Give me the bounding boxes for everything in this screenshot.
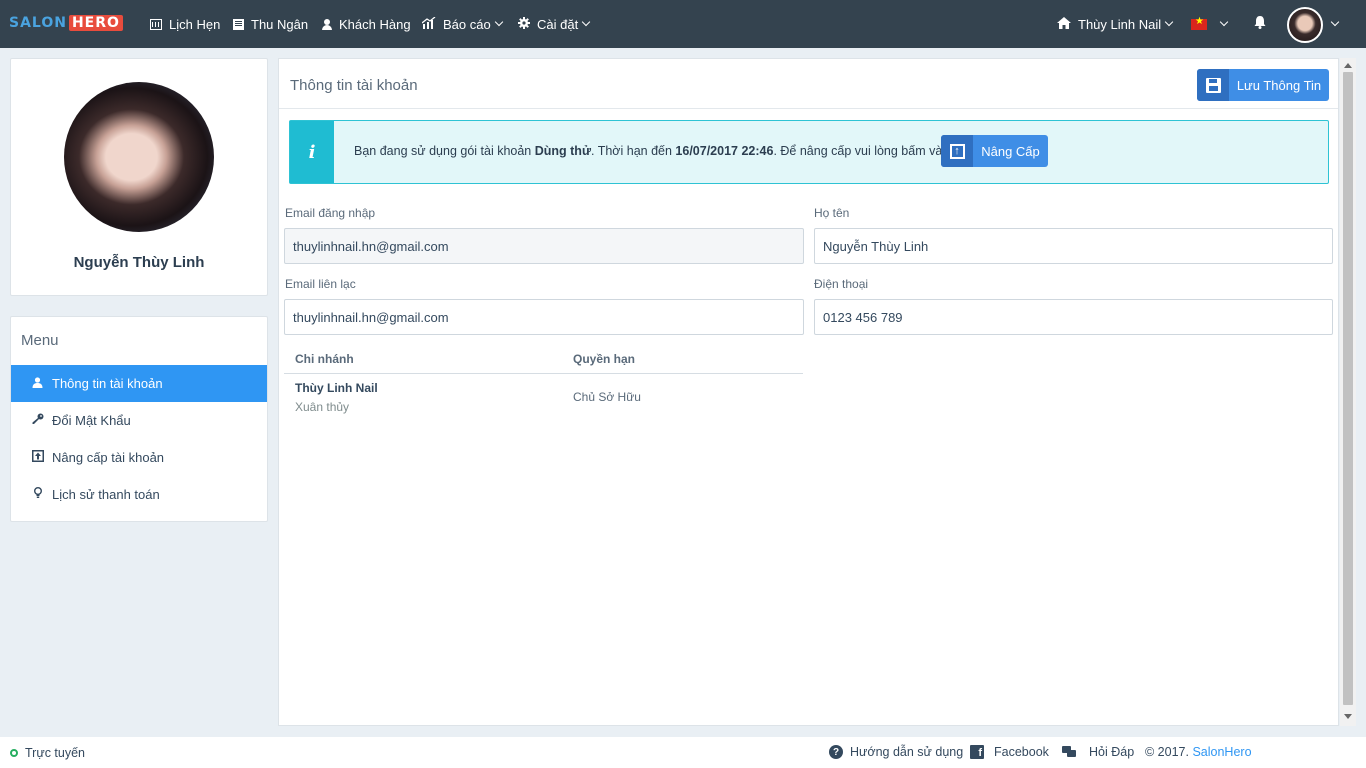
salonhero-logo[interactable]: SALON HERO (9, 14, 123, 32)
nav-item-cashier[interactable]: Thu Ngân (233, 0, 308, 48)
phone-field[interactable]: 0123 456 789 (814, 299, 1333, 335)
menu-title: Menu (21, 332, 59, 349)
scroll-up-arrow-icon[interactable] (1344, 63, 1352, 68)
divider (279, 108, 1338, 109)
nav-label: Khách Hàng (339, 16, 411, 32)
home-icon (1057, 16, 1071, 32)
scroll-thumb[interactable] (1343, 72, 1353, 705)
chevron-down-icon (1164, 17, 1174, 27)
table-divider (284, 373, 803, 374)
logo-text-hero: HERO (68, 15, 123, 31)
nav-label: Lịch Hẹn (169, 16, 221, 32)
save-info-label: Lưu Thông Tin (1236, 77, 1322, 93)
nav-item-appointments[interactable]: Lịch Hẹn (150, 0, 220, 48)
chart-icon (421, 15, 436, 32)
branch-role: Chủ Sở Hữu (573, 390, 641, 404)
chevron-down-icon (581, 17, 591, 27)
lightbulb-icon (31, 487, 44, 502)
top-navbar: SALON HERO Lịch Hẹn Thu Ngân Khách Hàng B… (0, 0, 1366, 48)
contact-email-field[interactable]: thuylinhnail.hn@gmail.com (284, 299, 804, 335)
upgrade-icon: ↑ (941, 135, 973, 167)
online-status-icon (10, 749, 18, 757)
menu-item-label: Thông tin tài khoản (52, 376, 163, 391)
profile-card: Nguyễn Thùy Linh (10, 58, 268, 296)
login-email-label: Email đăng nhập (285, 206, 376, 220)
footer: Trực tuyến ? Hướng dẫn sử dụng f Faceboo… (0, 737, 1366, 768)
profile-avatar (64, 82, 214, 232)
fullname-label: Họ tên (814, 206, 850, 220)
cash-register-icon (233, 18, 244, 30)
nav-label: Báo cáo (443, 16, 491, 32)
upgrade-label: Nâng Cấp (981, 143, 1040, 159)
facebook-link[interactable]: f Facebook (970, 745, 1049, 759)
phone-label: Điện thoại (814, 277, 869, 291)
user-avatar[interactable] (1287, 7, 1323, 43)
user-guide-link[interactable]: ? Hướng dẫn sử dụng (829, 745, 963, 759)
question-circle-icon: ? (829, 745, 843, 759)
nav-label: Cài đặt (537, 16, 579, 32)
menu-item-label: Lịch sử thanh toán (52, 487, 160, 502)
account-menu: Menu Thông tin tài khoản Đổi Mật Khẩu Nâ… (10, 316, 268, 522)
user-icon (31, 376, 44, 391)
logo-text-salon: SALON (9, 15, 67, 31)
upgrade-button[interactable]: ↑ Nâng Cấp (941, 135, 1048, 167)
bell-icon (1254, 16, 1266, 32)
trial-alert: i Bạn đang sử dụng gói tài khoản Dùng th… (289, 120, 1329, 184)
trial-alert-message: Bạn đang sử dụng gói tài khoản Dùng thử.… (354, 144, 973, 158)
nav-label: Thu Ngân (251, 16, 309, 32)
menu-item-change-password[interactable]: Đổi Mật Khẩu (11, 402, 267, 439)
gear-icon (518, 16, 530, 32)
nav-item-customers[interactable]: Khách Hàng (322, 0, 411, 48)
nav-item-reports[interactable]: Báo cáo (421, 0, 503, 48)
role-column-header: Quyền hạn (573, 352, 636, 366)
calendar-icon (150, 18, 162, 30)
account-info-panel: Thông tin tài khoản Lưu Thông Tin i Bạn … (278, 58, 1339, 726)
menu-item-account-info[interactable]: Thông tin tài khoản (11, 365, 267, 402)
profile-name: Nguyễn Thùy Linh (73, 254, 205, 271)
floppy-disk-icon (1197, 69, 1229, 101)
chevron-down-icon (1219, 17, 1229, 27)
menu-item-label: Nâng cấp tài khoản (52, 450, 165, 465)
user-menu-toggle[interactable] (1327, 0, 1340, 48)
menu-item-upgrade-account[interactable]: Nâng cấp tài khoản (11, 439, 267, 476)
vietnam-flag-icon (1191, 16, 1207, 30)
chevron-down-icon (1330, 17, 1340, 27)
branch-column-header: Chi nhánh (295, 352, 354, 366)
salon-switcher[interactable]: Thùy Linh Nail (1057, 0, 1174, 48)
key-icon (31, 413, 44, 428)
user-icon (322, 18, 332, 30)
branch-name: Thùy Linh Nail (295, 381, 378, 395)
info-icon: i (290, 121, 334, 183)
upgrade-icon (31, 450, 44, 465)
login-email-field[interactable]: thuylinhnail.hn@gmail.com (284, 228, 804, 264)
plan-name: Dùng thử (534, 144, 591, 158)
plan-expiry: 16/07/2017 22:46 (675, 144, 774, 158)
online-status: Trực tuyến (10, 746, 85, 760)
contact-email-label: Email liên lạc (285, 277, 356, 291)
language-switcher[interactable] (1191, 0, 1229, 48)
menu-item-label: Đổi Mật Khẩu (52, 413, 131, 428)
branch-address: Xuân thủy (295, 400, 350, 414)
chevron-down-icon (494, 17, 503, 27)
scroll-down-arrow-icon[interactable] (1344, 714, 1352, 719)
copyright: © 2017. SalonHero (1145, 745, 1252, 759)
page-scrollbar[interactable] (1340, 58, 1356, 726)
faq-link[interactable]: Hỏi Đáp (1062, 745, 1134, 759)
nav-item-settings[interactable]: Cài đặt (518, 0, 591, 48)
fullname-field[interactable]: Nguyễn Thùy Linh (814, 228, 1333, 264)
page-title: Thông tin tài khoản (290, 77, 418, 94)
menu-item-payment-history[interactable]: Lịch sử thanh toán (11, 476, 267, 513)
notifications-button[interactable] (1254, 0, 1266, 48)
save-info-button[interactable]: Lưu Thông Tin (1197, 69, 1329, 101)
salonhero-link[interactable]: SalonHero (1192, 745, 1251, 759)
salon-name: Thùy Linh Nail (1078, 16, 1162, 32)
facebook-icon: f (970, 745, 984, 759)
chat-bubbles-icon (1062, 746, 1076, 758)
online-status-label: Trực tuyến (25, 746, 86, 760)
